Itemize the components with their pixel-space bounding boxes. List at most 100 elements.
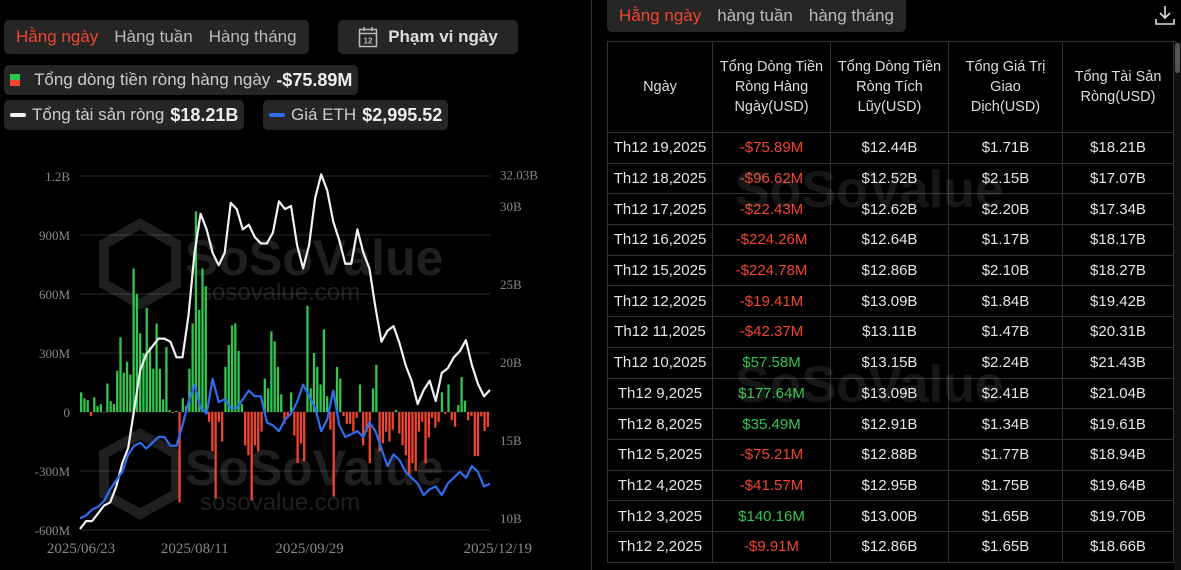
- flow-bar: [214, 412, 217, 499]
- net-assets-cell: $19.70B: [1062, 500, 1174, 532]
- flow-bar: [148, 347, 152, 412]
- flow-bar: [99, 404, 102, 412]
- right-axis-tick: 32.03B: [500, 167, 538, 182]
- flow-bar: [404, 412, 407, 456]
- table-tab-weekly[interactable]: hàng tuần: [709, 6, 801, 26]
- cumulative-flow-cell: $13.11B: [830, 316, 949, 348]
- table-tab-daily[interactable]: Hằng ngày: [611, 6, 709, 26]
- right-axis-tick: 30B: [500, 199, 522, 214]
- flow-bar: [401, 412, 404, 446]
- net-assets-cell: $19.61B: [1062, 408, 1174, 440]
- daily-flow-cell: $35.49M: [712, 408, 831, 440]
- table-row[interactable]: Th12 5,2025 -$75.21M $12.88B $1.77B $18.94B: [607, 438, 1174, 471]
- flow-bar: [362, 412, 365, 446]
- legend-value: $2,995.52: [362, 104, 443, 125]
- sosovalue-watermark: SoSoValuesosovalue.com: [99, 428, 443, 520]
- col-daily-flow: Tổng Dòng Tiền Ròng Hàng Ngày(USD): [712, 41, 831, 133]
- table-scrollbar[interactable]: [1174, 41, 1181, 570]
- panel-divider: [591, 0, 592, 570]
- net-assets-cell: $17.07B: [1062, 162, 1174, 195]
- flow-bar: [93, 397, 96, 412]
- table-row[interactable]: Th12 12,2025 -$19.41M $13.09B $1.84B $19.42B: [607, 285, 1174, 318]
- table-row[interactable]: Th12 10,2025 $57.58M $13.15B $2.24B $21.43B: [607, 346, 1174, 379]
- flow-bar: [480, 412, 483, 417]
- date-cell: Th12 5,2025: [607, 438, 713, 471]
- legend-daily-flow[interactable]: Tổng dòng tiền ròng hàng ngày -$75.89M: [4, 65, 359, 95]
- flow-bar: [234, 323, 237, 412]
- flow-bar: [348, 412, 352, 424]
- flow-bar: [293, 412, 296, 436]
- daily-flow-cell: -$42.37M: [712, 316, 831, 348]
- left-axis-tick: 300M: [39, 346, 71, 361]
- flow-bar: [322, 329, 325, 412]
- download-icon[interactable]: [1154, 4, 1176, 26]
- net-assets-cell: $19.64B: [1062, 469, 1174, 502]
- daily-flow-cell: -$96.62M: [712, 162, 831, 195]
- flow-bar: [463, 400, 467, 412]
- flow-bar: [440, 392, 444, 412]
- svg-text:SoSoValue: SoSoValue: [185, 230, 443, 286]
- flow-bar: [280, 394, 283, 412]
- data-table: Ngày Tổng Dòng Tiền Ròng Hàng Ngày(USD) …: [607, 41, 1174, 563]
- flow-bar: [467, 412, 470, 421]
- tab-monthly[interactable]: Hàng tháng: [201, 27, 305, 47]
- flow-bar: [296, 412, 299, 464]
- table-row[interactable]: Th12 3,2025 $140.16M $13.00B $1.65B $19.70B: [607, 500, 1174, 532]
- flow-bar: [355, 412, 358, 418]
- col-cumulative-flow: Tổng Dòng Tiền Ròng Tích Lũy(USD): [830, 41, 949, 133]
- date-cell: Th12 18,2025: [607, 162, 713, 195]
- net-assets-cell: $18.17B: [1062, 224, 1174, 256]
- flow-bar: [394, 410, 398, 412]
- table-row[interactable]: Th12 15,2025 -$224.78M $12.86B $2.10B $18.27…: [607, 254, 1174, 287]
- table-tab-monthly[interactable]: hàng tháng: [801, 6, 902, 26]
- daily-flow-cell: -$19.41M: [712, 285, 831, 318]
- flow-bar: [230, 325, 234, 412]
- flow-bar: [381, 412, 385, 444]
- x-axis-tick: 2025/12/19: [464, 541, 532, 557]
- date-range-button[interactable]: 12 Phạm vi ngày: [338, 20, 518, 54]
- flow-bar: [427, 412, 430, 438]
- flow-bar: [342, 412, 345, 416]
- net-assets-cell: $18.27B: [1062, 254, 1174, 287]
- flow-bar: [352, 412, 355, 432]
- net-assets-cell: $18.66B: [1062, 530, 1174, 563]
- flow-bar: [483, 412, 486, 432]
- tab-daily[interactable]: Hằng ngày: [8, 27, 106, 47]
- table-row[interactable]: Th12 4,2025 -$41.57M $12.95B $1.75B $19.64B: [607, 469, 1174, 502]
- legend-net-assets[interactable]: Tổng tài sản ròng $18.21B: [4, 100, 245, 130]
- flow-bar: [450, 412, 453, 421]
- flow-bar: [217, 412, 221, 422]
- table-row[interactable]: Th12 16,2025 -$224.26M $12.64B $1.17B $18.17…: [607, 224, 1174, 256]
- flow-bar: [96, 406, 99, 412]
- legend-eth-price[interactable]: Giá ETH $2,995.52: [263, 100, 449, 130]
- net-assets-cell: $20.31B: [1062, 316, 1174, 348]
- table-row[interactable]: Th12 19,2025 -$75.89M $12.44B $1.71B $18.21B: [607, 132, 1174, 164]
- daily-flow-cell: $140.16M: [712, 500, 831, 532]
- table-row[interactable]: Th12 18,2025 -$96.62M $12.52B $2.15B $17.07B: [607, 162, 1174, 195]
- table-row[interactable]: Th12 8,2025 $35.49M $12.91B $1.34B $19.61B: [607, 408, 1174, 440]
- traded-value-cell: $1.47B: [948, 316, 1063, 348]
- scrollbar-thumb[interactable]: [1175, 43, 1180, 73]
- date-range-label: Phạm vi ngày: [388, 27, 498, 46]
- flow-bar: [329, 412, 332, 430]
- table-row[interactable]: Th12 2,2025 -$9.91M $12.86B $1.65B $18.66B: [607, 530, 1174, 563]
- table-row[interactable]: Th12 11,2025 -$42.37M $13.11B $1.47B $20.31B: [607, 316, 1174, 348]
- table-row[interactable]: Th12 17,2025 -$22.43M $12.62B $2.20B $17.34B: [607, 193, 1174, 226]
- flow-bar: [168, 410, 171, 412]
- flow-bar: [86, 400, 89, 412]
- flow-bar: [155, 323, 158, 412]
- flow-bar: [270, 331, 273, 412]
- table-row[interactable]: Th12 9,2025 $177.64M $13.09B $2.41B $21.04B: [607, 377, 1174, 410]
- traded-value-cell: $2.15B: [948, 162, 1063, 195]
- flow-bar: [152, 368, 155, 412]
- flow-bar: [250, 412, 253, 501]
- flow-bar: [224, 366, 227, 412]
- daily-flow-cell: -$224.26M: [712, 224, 831, 256]
- net-assets-cell: $21.04B: [1062, 377, 1174, 410]
- tab-weekly[interactable]: Hàng tuần: [106, 27, 200, 47]
- right-axis-tick: 10B: [500, 511, 522, 526]
- date-cell: Th12 12,2025: [607, 285, 713, 318]
- flow-bar: [375, 364, 378, 412]
- flow-bar: [80, 392, 83, 412]
- cumulative-flow-cell: $12.91B: [830, 408, 949, 440]
